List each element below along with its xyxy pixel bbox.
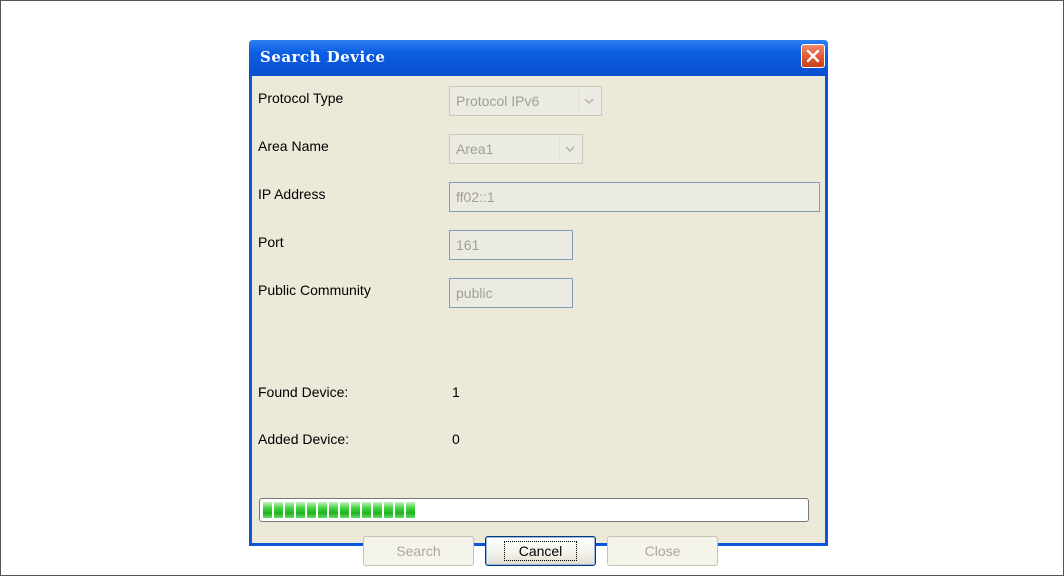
- search-device-dialog: Search Device Protocol Type Protocol IPv…: [249, 40, 828, 566]
- search-button-label: Search: [396, 543, 441, 559]
- progress-block: [296, 502, 305, 518]
- ip-address-field[interactable]: ff02::1: [449, 182, 820, 212]
- title-bar[interactable]: Search Device: [249, 40, 828, 76]
- progress-block: [351, 502, 360, 518]
- progress-block: [318, 502, 327, 518]
- cancel-button-label: Cancel: [503, 541, 578, 561]
- progress-block: [329, 502, 338, 518]
- progress-block: [362, 502, 371, 518]
- dialog-client-area: Protocol Type Protocol IPv6 Area Name Ar…: [252, 76, 825, 566]
- progress-block: [307, 502, 316, 518]
- progress-block: [340, 502, 349, 518]
- progress-block: [274, 502, 283, 518]
- progress-fill: [263, 502, 805, 518]
- chevron-down-icon: [578, 89, 598, 113]
- public-community-label: Public Community: [258, 282, 371, 298]
- area-name-select[interactable]: Area1: [449, 134, 583, 164]
- added-device-label: Added Device:: [258, 431, 350, 447]
- port-label: Port: [258, 234, 284, 250]
- search-button[interactable]: Search: [363, 536, 474, 566]
- found-device-label: Found Device:: [258, 384, 349, 400]
- area-name-value: Area1: [456, 141, 494, 157]
- protocol-type-select[interactable]: Protocol IPv6: [449, 86, 602, 116]
- protocol-type-label: Protocol Type: [258, 90, 344, 106]
- ip-address-label: IP Address: [258, 186, 326, 202]
- progress-block: [395, 502, 404, 518]
- found-device-count: 1: [452, 384, 460, 400]
- cancel-button[interactable]: Cancel: [485, 536, 596, 566]
- progress-block: [406, 502, 415, 518]
- progress-block: [285, 502, 294, 518]
- close-button[interactable]: Close: [607, 536, 718, 566]
- progress-block: [384, 502, 393, 518]
- public-community-field[interactable]: public: [449, 278, 573, 308]
- dialog-title: Search Device: [260, 48, 386, 66]
- chevron-down-icon: [559, 137, 579, 161]
- protocol-type-value: Protocol IPv6: [456, 93, 540, 109]
- area-name-label: Area Name: [258, 138, 329, 154]
- progress-block: [263, 502, 272, 518]
- progress-block: [373, 502, 382, 518]
- search-progress-bar: [259, 498, 809, 522]
- port-field[interactable]: 161: [449, 230, 573, 260]
- close-window-button[interactable]: [801, 44, 825, 68]
- added-device-count: 0: [452, 431, 460, 447]
- close-icon: [806, 49, 820, 63]
- close-button-label: Close: [644, 543, 681, 559]
